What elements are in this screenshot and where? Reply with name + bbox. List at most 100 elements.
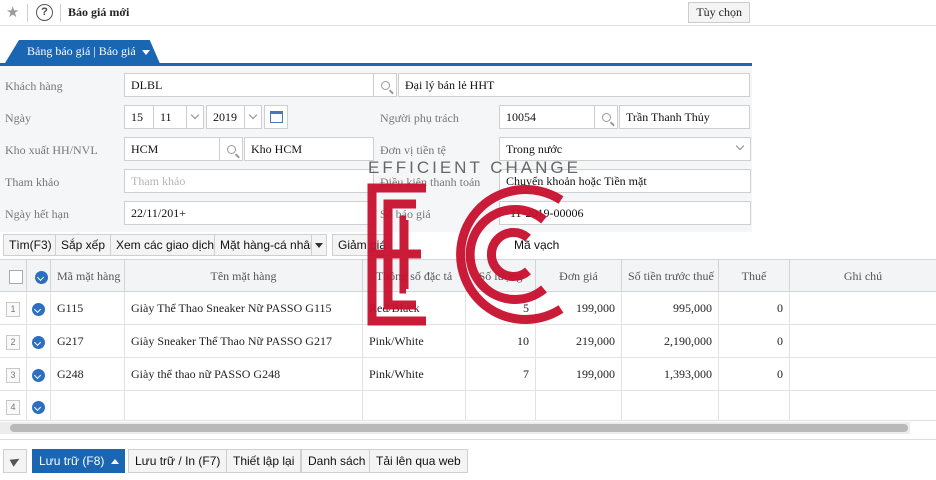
top-bar: ★ ? Báo giá mới Tùy chọn xyxy=(0,0,936,26)
cell-tax[interactable]: 0 xyxy=(719,325,790,357)
currency-dropdown-button[interactable] xyxy=(729,137,751,161)
cell-item-name[interactable]: Giày Thể Thao Sneaker Nữ PASSO G115 xyxy=(125,292,363,324)
customer-code-input[interactable]: DLBL xyxy=(124,73,374,97)
arrow-down-circle-icon xyxy=(32,302,45,316)
select-all-cell[interactable] xyxy=(0,260,27,291)
arrow-down-circle-icon xyxy=(34,270,48,284)
divider xyxy=(60,4,61,22)
row-expand[interactable] xyxy=(27,325,51,357)
send-button[interactable] xyxy=(3,449,27,473)
horizontal-scrollbar[interactable] xyxy=(0,422,910,434)
select-all-checkbox[interactable] xyxy=(9,270,23,285)
table-row[interactable]: 3 G248 Giày thể thao nữ PASSO G248 Pink/… xyxy=(0,358,936,391)
date-day-input[interactable]: 15 xyxy=(124,105,154,129)
arrow-down-circle-icon xyxy=(32,335,45,349)
col-tax[interactable]: Thuế xyxy=(719,260,790,291)
divider xyxy=(27,4,28,22)
tab-quotation[interactable]: Bảng báo giá | Báo giá xyxy=(5,40,160,63)
table-row[interactable]: 2 G217 Giày Sneaker Thể Thao Nữ PASSO G2… xyxy=(0,325,936,358)
sort-button[interactable]: Sắp xếp xyxy=(55,234,112,256)
watermark-text: EFFICIENT CHANGE xyxy=(368,158,581,177)
help-icon[interactable]: ? xyxy=(36,4,53,21)
cell-item-name[interactable]: Giày Sneaker Thể Thao Nữ PASSO G217 xyxy=(125,325,363,357)
cell-price[interactable] xyxy=(536,391,622,420)
expand-header[interactable] xyxy=(27,260,51,291)
calendar-icon xyxy=(269,111,283,123)
warehouse-code-input[interactable]: HCM xyxy=(124,137,220,161)
page-title: Báo giá mới xyxy=(68,5,130,19)
arrow-down-circle-icon xyxy=(32,400,45,414)
options-button[interactable]: Tùy chọn xyxy=(688,2,750,23)
cell-note[interactable] xyxy=(790,391,936,420)
cell-item-name[interactable]: Giày thể thao nữ PASSO G248 xyxy=(125,358,363,390)
cell-amount[interactable] xyxy=(622,391,719,420)
reference-input[interactable]: Tham khảo xyxy=(124,169,374,193)
customer-name-input[interactable]: Đại lý bán lẻ HHT xyxy=(398,73,750,97)
cell-note[interactable] xyxy=(790,358,936,390)
warehouse-name-input[interactable]: Kho HCM xyxy=(244,137,374,161)
warehouse-search-button[interactable] xyxy=(219,137,243,161)
cell-amount[interactable]: 995,000 xyxy=(622,292,719,324)
chevron-down-icon xyxy=(735,141,745,151)
row-expand[interactable] xyxy=(27,391,51,420)
cell-tax[interactable] xyxy=(719,391,790,420)
cell-qty[interactable] xyxy=(466,391,536,420)
cell-item-name[interactable] xyxy=(125,391,363,420)
cell-tax[interactable]: 0 xyxy=(719,292,790,324)
cell-item-code[interactable]: G248 xyxy=(51,358,125,390)
list-button[interactable]: Danh sách xyxy=(301,449,373,473)
year-dropdown-button[interactable] xyxy=(244,105,262,129)
row-number: 4 xyxy=(0,391,27,420)
row-expand[interactable] xyxy=(27,358,51,390)
cell-spec[interactable]: Pink/White xyxy=(363,358,466,390)
reset-button[interactable]: Thiết lập lại xyxy=(226,449,302,473)
row-number: 1 xyxy=(0,292,27,324)
col-amount[interactable]: Số tiền trước thuế xyxy=(622,260,719,291)
caret-up-icon xyxy=(111,459,120,464)
cell-amount[interactable]: 1,393,000 xyxy=(622,358,719,390)
cell-note[interactable] xyxy=(790,292,936,324)
cell-spec[interactable]: Pink/White xyxy=(363,325,466,357)
cell-qty[interactable]: 10 xyxy=(466,325,536,357)
person-name-input[interactable]: Trần Thanh Thủy xyxy=(619,105,750,129)
cell-note[interactable] xyxy=(790,325,936,357)
cell-item-code[interactable]: G217 xyxy=(51,325,125,357)
scrollbar-thumb[interactable] xyxy=(10,424,908,432)
col-item-code[interactable]: Mã mặt hàng xyxy=(51,260,125,291)
search-icon xyxy=(380,81,390,90)
star-icon[interactable]: ★ xyxy=(6,3,19,22)
table-row[interactable]: 4 xyxy=(0,391,936,421)
date-year-select[interactable]: 2019 xyxy=(206,105,246,129)
find-button[interactable]: Tìm(F3) xyxy=(3,234,58,256)
expiry-input[interactable]: 22/11/201+ xyxy=(124,201,374,225)
item-personal-dropdown[interactable] xyxy=(311,234,327,256)
cell-qty[interactable]: 7 xyxy=(466,358,536,390)
calendar-button[interactable] xyxy=(264,105,288,129)
tab-label: Bảng báo giá | Báo giá xyxy=(27,44,136,58)
person-code-input[interactable]: 10054 xyxy=(499,105,595,129)
save-print-button[interactable]: Lưu trữ / In (F7) xyxy=(128,449,228,473)
cell-amount[interactable]: 2,190,000 xyxy=(622,325,719,357)
col-item-name[interactable]: Tên mặt hàng xyxy=(125,260,363,291)
cell-item-code[interactable]: G115 xyxy=(51,292,125,324)
view-transactions-button[interactable]: Xem các giao dịch xyxy=(110,234,221,256)
save-button-label: Lưu trữ (F8) xyxy=(39,454,105,468)
search-icon xyxy=(601,113,611,122)
upload-web-button[interactable]: Tải lên qua web xyxy=(369,449,468,473)
cell-spec[interactable] xyxy=(363,391,466,420)
item-personal-button[interactable]: Mặt hàng-cá nhân xyxy=(214,234,323,256)
cell-price[interactable]: 199,000 xyxy=(536,358,622,390)
date-month-select[interactable]: 11 xyxy=(153,105,188,129)
cell-price[interactable]: 219,000 xyxy=(536,325,622,357)
customer-search-button[interactable] xyxy=(373,73,397,97)
month-dropdown-button[interactable] xyxy=(186,105,204,129)
warehouse-label: Kho xuất HH/NVL xyxy=(5,143,98,157)
col-note[interactable]: Ghi chú xyxy=(790,260,936,291)
person-search-button[interactable] xyxy=(594,105,618,129)
cell-item-code[interactable] xyxy=(51,391,125,420)
person-in-charge-label: Người phụ trách xyxy=(380,111,459,125)
row-expand[interactable] xyxy=(27,292,51,324)
save-button[interactable]: Lưu trữ (F8) xyxy=(32,449,126,473)
chevron-down-icon xyxy=(190,110,200,120)
cell-tax[interactable]: 0 xyxy=(719,358,790,390)
